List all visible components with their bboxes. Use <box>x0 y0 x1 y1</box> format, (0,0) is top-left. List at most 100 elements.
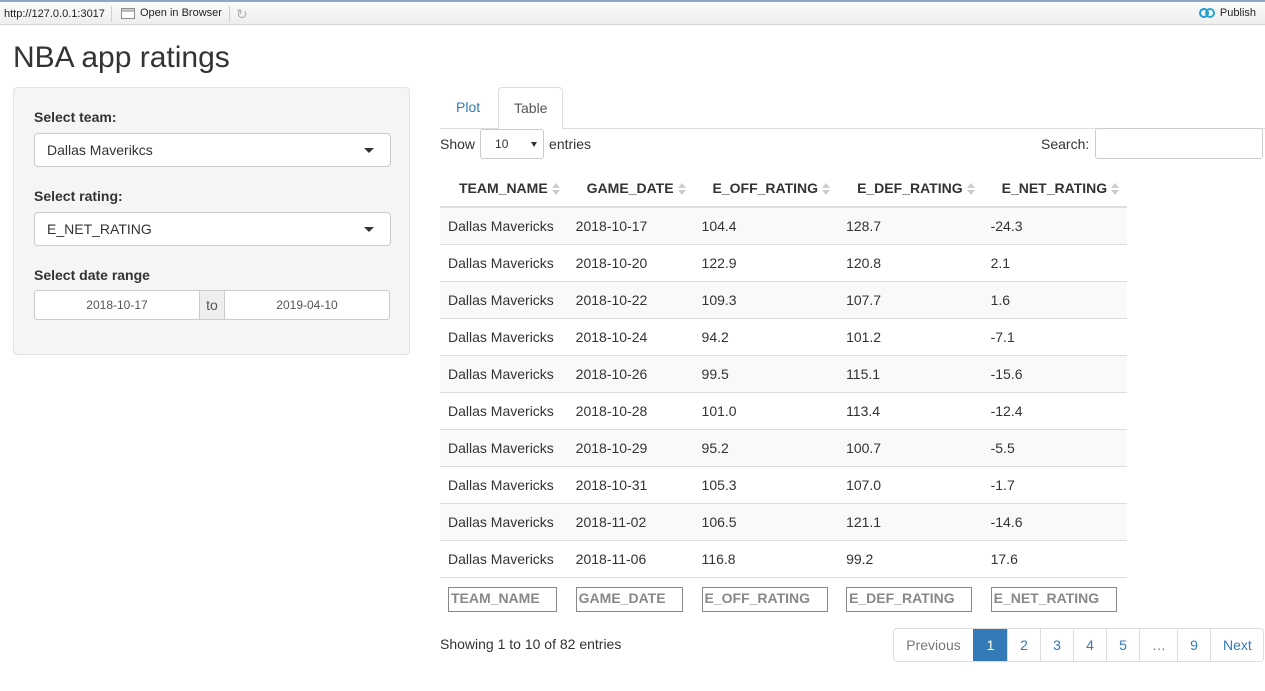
column-header-e-net-rating[interactable]: E_NET_RATING <box>982 169 1128 208</box>
team-name-cell: Dallas Mavericks <box>440 391 568 429</box>
team-select[interactable]: Dallas Maverikcs <box>34 133 391 167</box>
sidebar-panel: Select team: Dallas Maverikcs Select rat… <box>13 87 410 355</box>
tab-plot[interactable]: Plot <box>441 87 495 129</box>
url-label: http://127.0.0.1:3017 <box>4 8 105 20</box>
publish-label: Publish <box>1219 7 1256 19</box>
pagination: Previous 1 2 3 4 5 … 9 Next <box>893 628 1264 662</box>
table-row: Dallas Mavericks 2018-10-31 105.3 107.0 … <box>440 465 1128 503</box>
date-range-label: Select date range <box>34 267 150 283</box>
next-page-button[interactable]: Next <box>1210 629 1263 661</box>
net-rating-cell: -12.4 <box>982 391 1128 429</box>
column-header-label: E_OFF_RATING <box>712 179 819 196</box>
team-select-value: Dallas Maverikcs <box>47 142 153 158</box>
table-row: Dallas Mavericks 2018-10-24 94.2 101.2 -… <box>440 317 1128 355</box>
filter-input-e-def-rating[interactable]: E_DEF_RATING <box>846 587 973 613</box>
date-range-input: 2018-10-17 to 2019-04-10 <box>34 290 390 320</box>
page-button-1[interactable]: 1 <box>973 629 1007 661</box>
sort-icon <box>822 182 831 195</box>
refresh-icon[interactable]: ↻ <box>236 6 248 23</box>
previous-page-button[interactable]: Previous <box>894 629 973 661</box>
page-button-5[interactable]: 5 <box>1106 629 1139 661</box>
rating-label: Select rating: <box>34 188 123 204</box>
ratings-table: TEAM_NAME GAME_DATE E_OFF_RATING E_DEF_R… <box>440 169 1128 622</box>
chevron-down-icon <box>364 148 374 153</box>
team-name-cell: Dallas Mavericks <box>440 465 568 503</box>
net-rating-cell: 2.1 <box>982 243 1128 281</box>
net-rating-cell: -24.3 <box>982 206 1128 244</box>
rating-select[interactable]: E_NET_RATING <box>34 212 391 246</box>
page-button-9[interactable]: 9 <box>1177 629 1210 661</box>
team-name-cell: Dallas Mavericks <box>440 206 568 244</box>
entries-label: entries <box>549 136 592 152</box>
table-row: Dallas Mavericks 2018-11-06 116.8 99.2 1… <box>440 539 1128 577</box>
open-window-icon <box>121 7 135 19</box>
search-label: Search: <box>1041 135 1090 152</box>
off-rating-cell: 95.2 <box>693 428 839 466</box>
off-rating-cell: 109.3 <box>693 280 839 318</box>
off-rating-cell: 101.0 <box>693 391 839 429</box>
column-header-label: GAME_DATE <box>586 179 674 196</box>
table-info: Showing 1 to 10 of 82 entries <box>440 636 622 652</box>
def-rating-cell: 99.2 <box>838 539 983 577</box>
filter-cell: E_OFF_RATING <box>693 576 839 622</box>
game-date-cell: 2018-10-17 <box>567 206 694 244</box>
net-rating-cell: 1.6 <box>982 280 1128 318</box>
game-date-cell: 2018-10-29 <box>567 428 694 466</box>
table-row: Dallas Mavericks 2018-10-22 109.3 107.7 … <box>440 280 1128 318</box>
toolbar-divider <box>229 6 230 22</box>
table-row: Dallas Mavericks 2018-10-29 95.2 100.7 -… <box>440 428 1128 466</box>
team-name-cell: Dallas Mavericks <box>440 317 568 355</box>
tab-table[interactable]: Table <box>498 87 564 130</box>
show-label: Show <box>440 136 476 152</box>
column-header-team-name[interactable]: TEAM_NAME <box>440 169 568 208</box>
chevron-down-icon <box>364 227 374 232</box>
end-date-input[interactable]: 2019-04-10 <box>224 290 390 320</box>
column-header-e-def-rating[interactable]: E_DEF_RATING <box>838 169 983 208</box>
table-row: Dallas Mavericks 2018-10-28 101.0 113.4 … <box>440 391 1128 429</box>
def-rating-cell: 113.4 <box>838 391 983 429</box>
column-header-label: E_DEF_RATING <box>857 179 963 196</box>
off-rating-cell: 104.4 <box>693 206 839 244</box>
page-button-2[interactable]: 2 <box>1007 629 1040 661</box>
page-ellipsis: … <box>1139 629 1177 661</box>
page-button-3[interactable]: 3 <box>1040 629 1073 661</box>
filter-input-team-name[interactable]: TEAM_NAME <box>448 587 557 613</box>
off-rating-cell: 99.5 <box>693 354 839 392</box>
game-date-cell: 2018-11-06 <box>567 539 694 577</box>
column-header-label: E_NET_RATING <box>1001 179 1108 196</box>
entries-select[interactable]: 10 <box>480 129 545 159</box>
off-rating-cell: 122.9 <box>693 243 839 281</box>
game-date-cell: 2018-10-20 <box>567 243 694 281</box>
start-date-input[interactable]: 2018-10-17 <box>34 290 200 320</box>
open-in-browser-button[interactable]: Open in Browser <box>121 7 222 19</box>
publish-button[interactable]: Publish <box>1198 7 1256 19</box>
column-header-game-date[interactable]: GAME_DATE <box>567 169 694 208</box>
team-name-cell: Dallas Mavericks <box>440 243 568 281</box>
search-input[interactable] <box>1095 128 1264 159</box>
rating-select-value: E_NET_RATING <box>47 221 152 237</box>
filter-input-e-net-rating[interactable]: E_NET_RATING <box>990 587 1117 613</box>
team-name-cell: Dallas Mavericks <box>440 428 568 466</box>
sort-icon <box>1111 182 1120 195</box>
filter-input-e-off-rating[interactable]: E_OFF_RATING <box>701 587 828 613</box>
game-date-cell: 2018-11-02 <box>567 502 694 540</box>
page-button-4[interactable]: 4 <box>1073 629 1106 661</box>
game-date-cell: 2018-10-28 <box>567 391 694 429</box>
publish-icon <box>1198 8 1215 18</box>
column-header-e-off-rating[interactable]: E_OFF_RATING <box>693 169 839 208</box>
table-header-row: TEAM_NAME GAME_DATE E_OFF_RATING E_DEF_R… <box>440 169 1128 208</box>
game-date-cell: 2018-10-24 <box>567 317 694 355</box>
open-in-browser-label: Open in Browser <box>140 7 222 19</box>
filter-input-game-date[interactable]: GAME_DATE <box>575 587 683 613</box>
filter-row: TEAM_NAME GAME_DATE E_OFF_RATING E_DEF_R… <box>440 576 1128 622</box>
team-name-cell: Dallas Mavericks <box>440 539 568 577</box>
net-rating-cell: -15.6 <box>982 354 1128 392</box>
team-name-cell: Dallas Mavericks <box>440 502 568 540</box>
game-date-cell: 2018-10-26 <box>567 354 694 392</box>
def-rating-cell: 121.1 <box>838 502 983 540</box>
page-title: NBA app ratings <box>13 41 230 74</box>
entries-select-value: 10 <box>495 137 509 151</box>
filter-cell: E_DEF_RATING <box>838 576 983 622</box>
filter-cell: E_NET_RATING <box>982 576 1128 622</box>
net-rating-cell: -14.6 <box>982 502 1128 540</box>
